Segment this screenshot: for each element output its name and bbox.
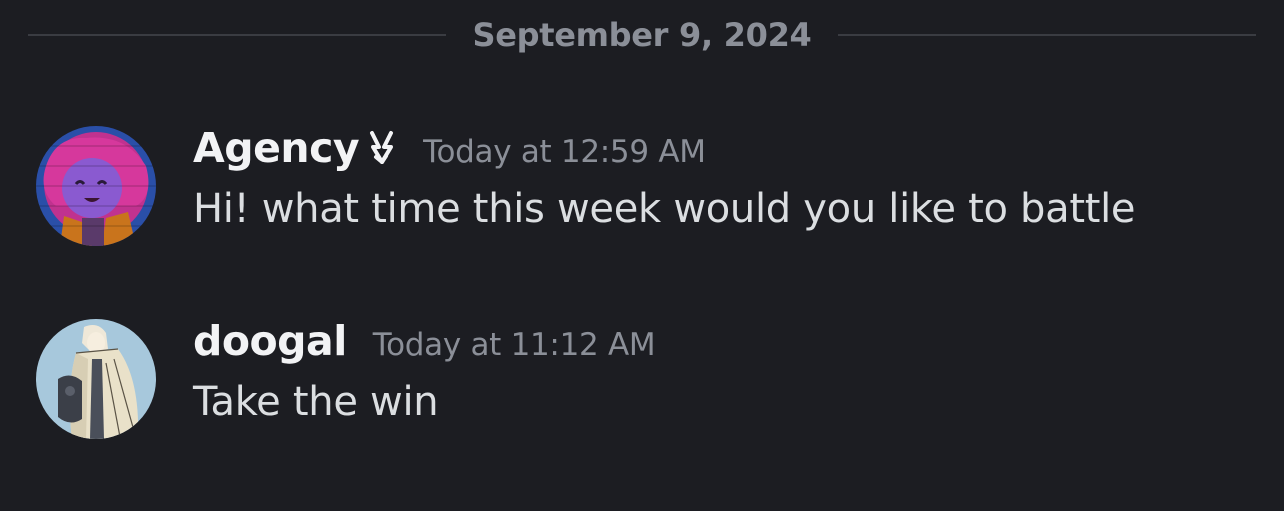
message-timestamp[interactable]: Today at 11:12 AM bbox=[373, 327, 656, 363]
message-timestamp[interactable]: Today at 12:59 AM bbox=[423, 134, 706, 170]
message: doogal Today at 11:12 AM Take the win bbox=[36, 317, 1264, 441]
message-content: Hi! what time this week would you like t… bbox=[193, 186, 1136, 232]
avatar-image bbox=[36, 319, 156, 439]
divider-line-left bbox=[28, 34, 447, 36]
username[interactable]: doogal bbox=[193, 317, 347, 365]
avatar[interactable] bbox=[36, 319, 156, 439]
avatar[interactable] bbox=[36, 126, 156, 246]
message-header: doogal Today at 11:12 AM bbox=[193, 317, 656, 367]
message: Agency Today at 12:59 AM Hi! what time t… bbox=[36, 124, 1264, 248]
lightning-bolt-icon[interactable] bbox=[369, 130, 397, 164]
username[interactable]: Agency bbox=[193, 124, 360, 172]
divider-line-right bbox=[837, 34, 1256, 36]
message-header: Agency Today at 12:59 AM bbox=[193, 124, 706, 174]
avatar-image bbox=[36, 126, 156, 246]
message-content: Take the win bbox=[193, 379, 439, 425]
date-divider-label: September 9, 2024 bbox=[472, 16, 812, 54]
date-divider: September 9, 2024 bbox=[28, 16, 1256, 54]
